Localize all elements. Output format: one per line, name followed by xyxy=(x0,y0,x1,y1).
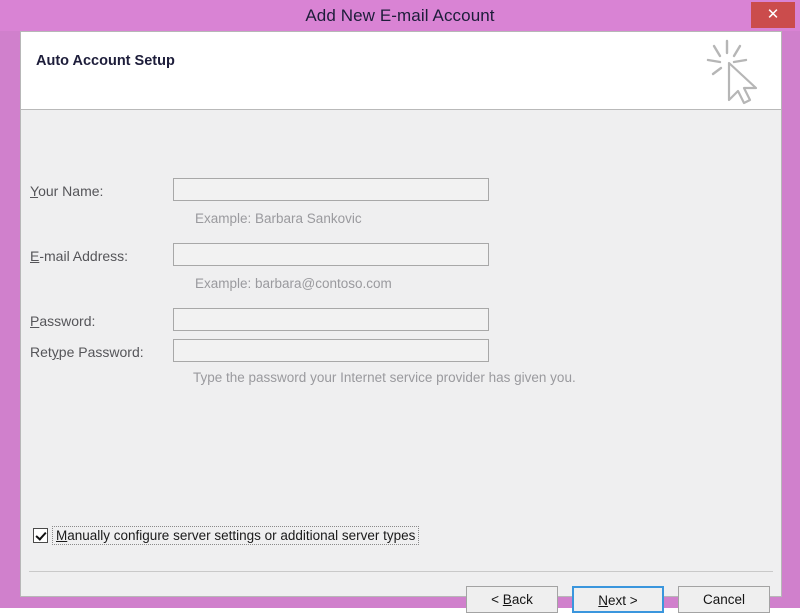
your-name-input[interactable] xyxy=(173,178,489,201)
title-bar: Add New E-mail Account ✕ xyxy=(0,0,800,31)
next-button[interactable]: Next > xyxy=(572,586,664,613)
email-address-label: E-mail Address: xyxy=(30,248,129,264)
retype-password-input[interactable] xyxy=(173,339,489,362)
dialog-button-row: < Back Next > Cancel xyxy=(466,586,770,613)
footer-divider xyxy=(29,571,773,572)
close-icon[interactable]: ✕ xyxy=(751,2,795,28)
manual-config-checkbox[interactable] xyxy=(33,528,48,543)
email-address-hint: Example: barbara@contoso.com xyxy=(195,276,392,291)
cancel-button[interactable]: Cancel xyxy=(678,586,770,613)
window-title: Add New E-mail Account xyxy=(305,6,495,25)
your-name-hint: Example: Barbara Sankovic xyxy=(195,211,362,226)
your-name-label: Your Name: xyxy=(30,183,104,199)
manual-config-label[interactable]: Manually configure server settings or ad… xyxy=(52,526,420,545)
dialog-client-area: Auto Account Setup Your Name: Example: B… xyxy=(20,31,782,613)
password-input[interactable] xyxy=(173,308,489,331)
back-button[interactable]: < Back xyxy=(466,586,558,613)
manual-config-row[interactable]: Manually configure server settings or ad… xyxy=(33,526,420,545)
dialog-window: Add New E-mail Account ✕ Auto Account Se… xyxy=(0,0,800,613)
email-address-input[interactable] xyxy=(173,243,489,266)
password-hint: Type the password your Internet service … xyxy=(193,370,576,385)
retype-password-label: Retype Password: xyxy=(30,344,144,360)
click-cursor-icon xyxy=(706,39,758,105)
password-label: Password: xyxy=(30,313,96,329)
page-title: Auto Account Setup xyxy=(36,53,175,69)
wizard-header: Auto Account Setup xyxy=(21,32,781,110)
form-area: Your Name: Example: Barbara Sankovic E-m… xyxy=(21,111,781,613)
